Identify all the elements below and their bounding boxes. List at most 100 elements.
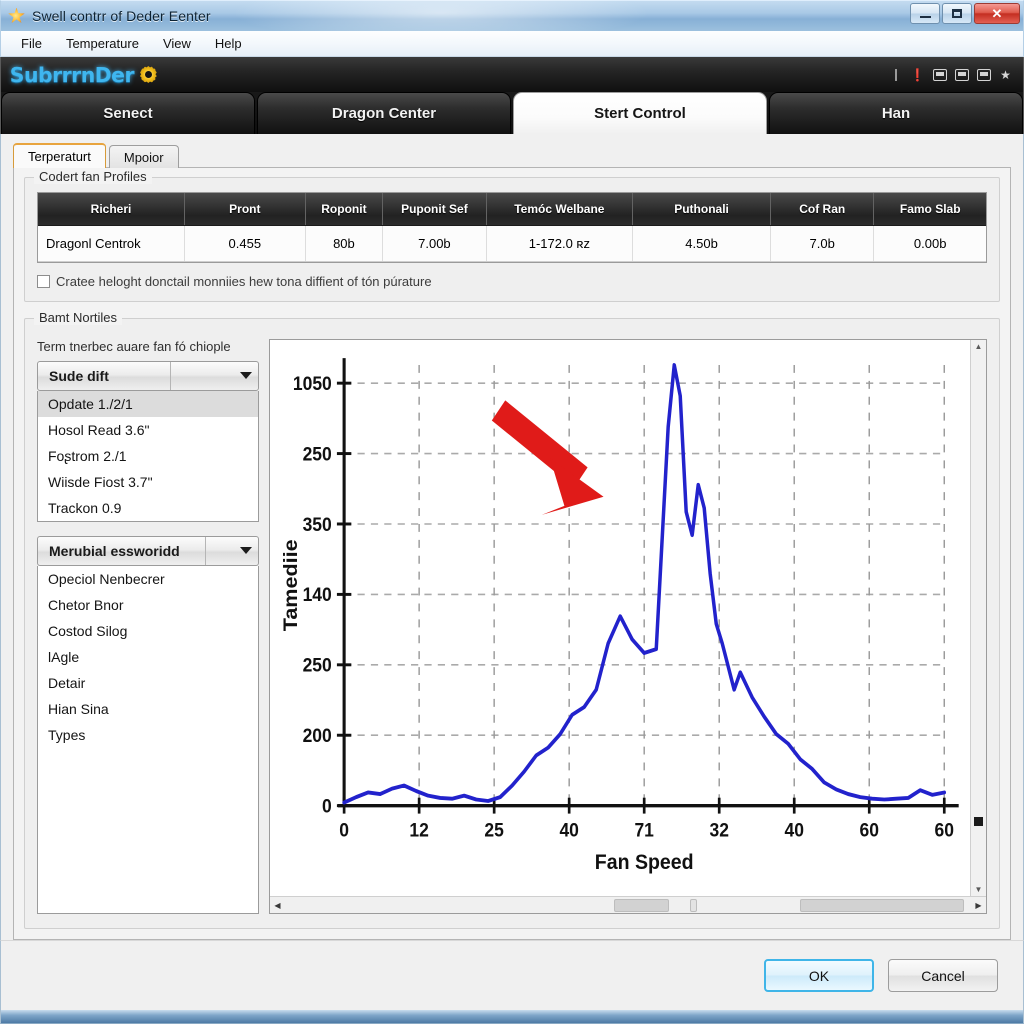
brand-logo: SubrrrnDer — [9, 62, 135, 87]
chevron-down-icon[interactable] — [239, 372, 252, 379]
material-listbox[interactable]: Opeciol Nenbecrer Chetor Bnor Costod Sil… — [37, 565, 259, 914]
dialog-footer: OK Cancel — [0, 940, 1024, 1010]
right-arrow-icon[interactable]: ▶ — [971, 901, 986, 910]
chevron-down-icon[interactable] — [239, 547, 252, 554]
svg-text:1050: 1050 — [293, 372, 332, 394]
table-header-row: Richeri Pront Roponit Puponit Sef Temóc … — [38, 193, 986, 226]
svg-text:32: 32 — [709, 818, 728, 840]
hscroll-tick — [689, 898, 697, 912]
svg-text:60: 60 — [860, 818, 879, 840]
band-groupbox: Bamt Nortiles Term tnerbec auare fan fó … — [24, 309, 1000, 929]
list-item[interactable]: Hian Sina — [38, 696, 258, 722]
ok-button[interactable]: OK — [764, 959, 874, 992]
svg-text:250: 250 — [303, 653, 332, 675]
svg-text:40: 40 — [785, 818, 804, 840]
main-tab-stert-control[interactable]: Stert Control — [513, 92, 767, 134]
main-tab-senect[interactable]: Senect — [1, 92, 255, 134]
profile-combo-value: Sude dift — [49, 367, 109, 384]
cell-puponit-sef: 7.00b — [382, 225, 487, 262]
list-item[interactable]: Detair — [38, 670, 258, 696]
svg-text:25: 25 — [484, 818, 503, 840]
svg-text:60: 60 — [935, 818, 954, 840]
refresh-icon[interactable] — [932, 68, 947, 82]
list-item[interactable]: Costod Silog — [38, 618, 258, 644]
col-richeri[interactable]: Richeri — [38, 193, 185, 226]
svg-text:Tamediie: Tamediie — [280, 539, 302, 631]
main-tab-dragon-center[interactable]: Dragon Center — [257, 92, 511, 134]
profile-listbox[interactable]: Opdate 1./2/1 Hosol Read 3.6" Foʂtrom 2.… — [37, 390, 259, 522]
client-area: Terperaturt Mpoior Codert fan Profiles R… — [0, 134, 1024, 940]
minimize-button[interactable] — [910, 3, 940, 24]
hscroll-thumb-a[interactable] — [614, 898, 670, 912]
left-arrow-icon[interactable]: ◀ — [270, 901, 285, 910]
profile-combo[interactable]: Sude dift — [37, 360, 259, 391]
table-row[interactable]: Dragonl Centrok 0.455 80b 7.00b 1-172.0 … — [38, 225, 986, 262]
chart-pane: 1050 250 350 140 250 200 0 0 12 25 40 71 32 40 60 60 Fan… — [269, 338, 987, 914]
main-tab-han[interactable]: Han — [769, 92, 1023, 134]
cell-roponit: 80b — [305, 225, 384, 262]
profiles-table: Richeri Pront Roponit Puponit Sef Temóc … — [38, 193, 986, 262]
list-item[interactable]: Wiisde Fiost 3.7" — [38, 469, 258, 495]
list-item[interactable]: Hosol Read 3.6" — [38, 417, 258, 443]
combo-separator — [205, 536, 207, 565]
hscroll-track[interactable] — [285, 897, 971, 914]
close-button[interactable]: ✕ — [974, 3, 1020, 24]
list-item[interactable]: Opdate 1./2/1 — [38, 390, 258, 417]
maximize-button[interactable] — [942, 3, 972, 24]
band-groupbox-title: Bamt Nortiles — [34, 309, 123, 325]
sub-tab-bar: Terperaturt Mpoior — [13, 143, 1011, 168]
profiles-table-wrapper: Richeri Pront Roponit Puponit Sef Temóc … — [37, 192, 987, 263]
band-left-column: Term tnerbec auare fan fó chiople Sude d… — [37, 339, 259, 914]
chart-vertical-scrollbar[interactable]: ▲ ▼ — [970, 339, 986, 896]
svg-text:140: 140 — [303, 583, 332, 605]
up-arrow-icon[interactable]: ▲ — [975, 340, 983, 353]
svg-text:71: 71 — [634, 818, 653, 840]
menu-item-help[interactable]: Help — [204, 33, 253, 54]
save-icon[interactable] — [954, 68, 969, 82]
temperature-fan-speed-chart[interactable]: 1050 250 350 140 250 200 00 12 25 40 71 32 40 60 60 Fan… — [270, 339, 970, 897]
list-item[interactable]: Opeciol Nenbecrer — [38, 566, 258, 592]
list-item[interactable]: Foʂtrom 2./1 — [38, 443, 258, 469]
cell-famo-slab: 0.00b — [873, 225, 986, 262]
list-item[interactable]: Chetor Bnor — [38, 592, 258, 618]
col-temoc-welbane[interactable]: Temóc Welbane — [486, 193, 634, 226]
cell-puthonali: 4.50b — [632, 225, 771, 262]
star-icon[interactable]: ★ — [998, 68, 1013, 82]
help-icon[interactable]: ❗ — [910, 68, 925, 82]
cancel-button[interactable]: Cancel — [888, 959, 998, 992]
monitor-checkbox-row[interactable]: Cratee heloght donctail monniies hew ton… — [37, 274, 987, 289]
col-famo-slab[interactable]: Famo Slab — [873, 193, 986, 226]
monitor-checkbox-label: Cratee heloght donctail monniies hew ton… — [56, 273, 432, 289]
list-item[interactable]: Types — [38, 722, 258, 748]
col-roponit[interactable]: Roponit — [305, 193, 384, 226]
col-cof-ran[interactable]: Cof Ran — [770, 193, 875, 226]
col-pront[interactable]: Pront — [184, 193, 306, 226]
sub-tab-temperature[interactable]: Terperaturt — [13, 143, 106, 168]
list-item[interactable]: lAgle — [38, 644, 258, 670]
svg-text:250: 250 — [303, 442, 332, 464]
restore-icon[interactable] — [976, 68, 991, 82]
band-section: Bamt Nortiles Term tnerbec auare fan fó … — [24, 309, 1000, 929]
tick-icon — [888, 68, 903, 82]
down-arrow-icon[interactable]: ▼ — [975, 883, 983, 896]
col-puponit-sef[interactable]: Puponit Sef — [382, 193, 487, 226]
menu-item-temperature[interactable]: Temperature — [55, 33, 150, 54]
menu-item-view[interactable]: View — [152, 33, 202, 54]
list-item[interactable]: Trackon 0.9 — [38, 495, 258, 521]
chart-horizontal-scrollbar[interactable]: ◀ ▶ — [270, 896, 986, 913]
svg-text:0: 0 — [322, 794, 332, 816]
hscroll-thumb-b[interactable] — [799, 898, 965, 912]
col-puthonali[interactable]: Puthonali — [632, 193, 771, 226]
chart-canvas[interactable]: 1050 250 350 140 250 200 0 0 12 25 40 71 32 40 60 60 Fan… — [270, 339, 970, 897]
menu-item-file[interactable]: File — [10, 33, 53, 54]
title-bar: Swell contrr of Deder Eenter ✕ — [0, 0, 1024, 43]
material-combo[interactable]: Merubial essworidd — [37, 535, 259, 566]
monitor-checkbox[interactable] — [37, 274, 50, 288]
sub-tab-monitor[interactable]: Mpoior — [108, 145, 179, 168]
svg-text:40: 40 — [559, 818, 578, 840]
gear-icon — [139, 66, 157, 83]
menu-bar: File Temperature View Help — [0, 31, 1024, 57]
scroll-marker[interactable] — [974, 817, 983, 826]
brand-bar: SubrrrnDer ❗ ★ — [0, 57, 1024, 92]
svg-text:0: 0 — [339, 818, 349, 840]
